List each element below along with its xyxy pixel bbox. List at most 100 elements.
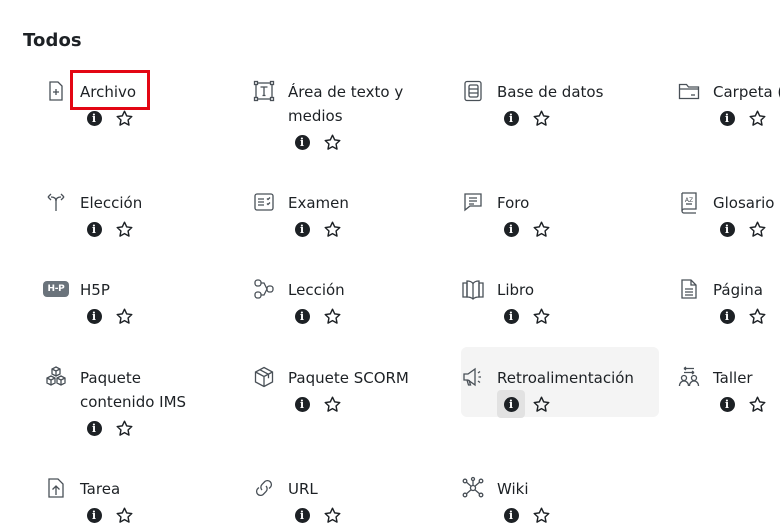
workshop-icon (677, 365, 701, 389)
star-button[interactable] (529, 215, 553, 243)
star-button[interactable] (320, 128, 344, 156)
activity-taller[interactable]: Taller i (678, 366, 780, 418)
activity-h5p[interactable]: H-P H5P i (43, 278, 280, 330)
info-button[interactable]: i (288, 215, 316, 243)
activity-foro[interactable]: Foro i (464, 191, 697, 243)
activity-label: Área de texto y medios (288, 83, 404, 125)
activity-retroalimentacion[interactable]: Retroalimentación i (461, 347, 697, 418)
info-button[interactable]: i (288, 128, 316, 156)
highlight-box (70, 70, 150, 110)
info-button[interactable]: i (288, 302, 316, 330)
info-button[interactable]: i (497, 302, 525, 330)
info-icon: i (719, 396, 735, 412)
page-icon (677, 277, 701, 301)
activity-pagina[interactable]: Página i (681, 278, 780, 330)
activity-leccion[interactable]: Lección i (254, 278, 488, 330)
star-button[interactable] (745, 302, 769, 330)
ims-package-icon (44, 365, 68, 389)
info-button[interactable]: i (497, 501, 525, 529)
forum-icon (461, 190, 485, 214)
info-button[interactable]: i (80, 414, 108, 442)
star-button[interactable] (112, 414, 136, 442)
activity-paquete-ims[interactable]: Paquete contenido IMS i (46, 366, 280, 442)
star-icon (533, 507, 549, 523)
info-button[interactable]: i (80, 215, 108, 243)
star-button[interactable] (112, 302, 136, 330)
activity-base-datos[interactable]: Base de datos i (464, 80, 697, 132)
activity-label: Libro (497, 281, 535, 299)
feedback-icon (461, 365, 485, 389)
activity-eleccion[interactable]: Elección i (47, 191, 280, 243)
star-icon (533, 308, 549, 324)
info-button[interactable]: i (497, 215, 525, 243)
lesson-icon (252, 277, 276, 301)
url-icon (252, 476, 276, 500)
info-button[interactable]: i (713, 302, 741, 330)
star-icon (324, 134, 340, 150)
activity-label: Retroalimentación (497, 369, 634, 387)
star-button[interactable] (745, 390, 769, 418)
activity-label: Foro (497, 194, 530, 212)
info-button[interactable]: i (713, 104, 741, 132)
star-icon (116, 507, 132, 523)
star-icon (324, 308, 340, 324)
star-button[interactable] (320, 302, 344, 330)
activity-label: Base de datos (497, 83, 604, 101)
activity-url[interactable]: URL i (256, 477, 488, 529)
info-icon: i (719, 221, 735, 237)
activity-paquete-scorm[interactable]: Paquete SCORM i (254, 366, 488, 418)
star-button[interactable] (529, 302, 553, 330)
activity-libro[interactable]: Libro i (462, 278, 697, 330)
info-icon: i (719, 308, 735, 324)
star-button[interactable] (529, 501, 553, 529)
activity-label: Wiki (497, 480, 529, 498)
info-icon: i (503, 308, 519, 324)
star-button[interactable] (320, 501, 344, 529)
info-icon: i (294, 308, 310, 324)
info-icon: i (86, 110, 102, 126)
star-button[interactable] (112, 501, 136, 529)
info-button[interactable]: i (288, 390, 316, 418)
activity-wiki[interactable]: Wiki i (462, 476, 697, 529)
book-icon (461, 277, 485, 301)
info-button[interactable]: i (80, 501, 108, 529)
star-button[interactable] (745, 104, 769, 132)
star-icon (116, 308, 132, 324)
info-button[interactable]: i (713, 215, 741, 243)
activity-area-texto[interactable]: Área de texto y medios i (253, 80, 488, 156)
section-title: Todos (23, 30, 82, 51)
info-button[interactable]: i (497, 104, 525, 132)
activity-label: Elección (80, 194, 143, 212)
info-icon: i (86, 507, 102, 523)
star-icon (749, 110, 765, 126)
h5p-icon: H-P (43, 277, 69, 301)
activity-label: Tarea (80, 480, 121, 498)
activity-label: Glosario (713, 194, 775, 212)
star-icon (749, 308, 765, 324)
star-icon (533, 221, 549, 237)
activity-carpeta[interactable]: Carpeta ( i (678, 80, 780, 132)
activity-examen[interactable]: Examen i (254, 191, 488, 243)
info-button[interactable]: i (80, 302, 108, 330)
info-icon: i (503, 396, 519, 412)
activity-label: Página (713, 281, 763, 299)
star-button[interactable] (745, 215, 769, 243)
info-icon: i (86, 221, 102, 237)
star-button[interactable] (320, 215, 344, 243)
star-button[interactable] (529, 390, 553, 418)
star-icon (533, 396, 549, 412)
activity-glosario[interactable]: AZ Glosario i (681, 191, 780, 243)
info-button[interactable]: i (713, 390, 741, 418)
star-icon (749, 221, 765, 237)
star-button[interactable] (112, 215, 136, 243)
star-button[interactable] (320, 390, 344, 418)
star-button[interactable] (529, 104, 553, 132)
activity-tarea[interactable]: Tarea i (48, 477, 280, 529)
svg-text:AZ: AZ (685, 197, 693, 204)
file-plus-icon (44, 79, 68, 103)
info-button[interactable]: i (288, 501, 316, 529)
scorm-package-icon (252, 365, 276, 389)
star-icon (324, 396, 340, 412)
activity-label: URL (288, 480, 318, 498)
info-button[interactable]: i (497, 390, 525, 418)
